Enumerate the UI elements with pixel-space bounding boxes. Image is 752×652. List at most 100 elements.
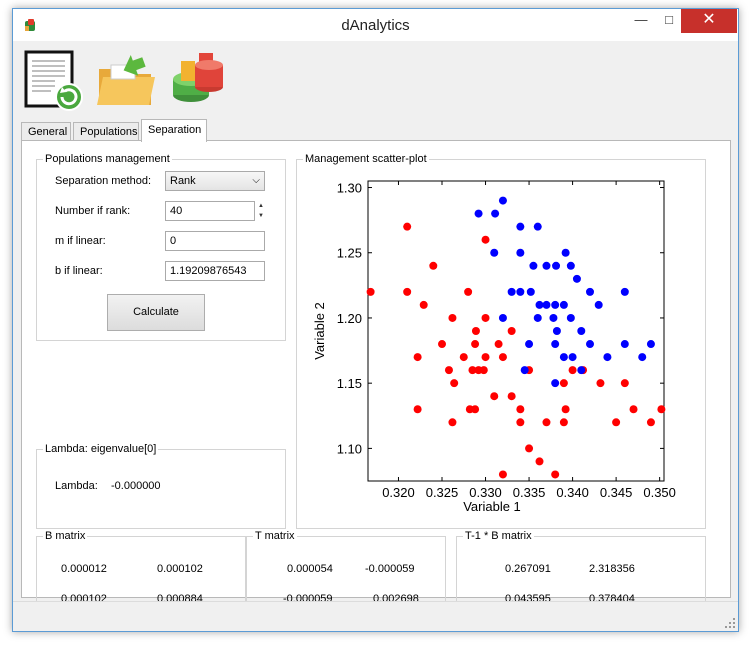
data-point (448, 313, 457, 322)
y-tick-label: 1.15 (337, 376, 362, 391)
database-chart-icon[interactable] (165, 47, 231, 113)
data-point (516, 405, 525, 414)
scatter-plot: 0.320 0.325 0.330 0.335 0.340 0.345 0.350 1.10 1… (312, 180, 676, 511)
data-point (471, 405, 480, 414)
data-point (559, 300, 568, 309)
data-point (403, 287, 412, 296)
rank-spinner[interactable]: ▲ ▼ (257, 201, 265, 221)
data-point (620, 340, 629, 349)
tb-matrix-cell: 2.318356 (589, 563, 635, 575)
data-point (438, 340, 446, 349)
data-point (498, 353, 507, 362)
data-point (612, 418, 621, 427)
data-point (596, 379, 605, 388)
plot-area (367, 180, 665, 482)
m-label: m if linear: (55, 235, 106, 247)
x-tick-label: 0.340 (556, 485, 589, 500)
x-tick-label: 0.345 (600, 485, 633, 500)
data-point (516, 418, 525, 427)
b-matrix-cell: 0.000102 (157, 563, 203, 575)
b-matrix-title: B matrix (43, 530, 88, 542)
data-point (490, 248, 499, 257)
data-point (559, 379, 568, 388)
data-point (403, 222, 412, 231)
data-point (542, 261, 551, 270)
data-point (535, 457, 544, 466)
data-point (603, 353, 612, 362)
populations-management-group: Populations management Separation method… (36, 153, 286, 341)
b-input[interactable]: 1.19209876543 (165, 261, 265, 281)
b-matrix-cell: 0.000012 (61, 563, 107, 575)
y-tick-label: 1.20 (337, 311, 362, 326)
data-point (507, 327, 516, 335)
data-point (459, 353, 468, 362)
data-point (429, 261, 438, 270)
data-point (491, 209, 500, 218)
data-point (413, 405, 422, 414)
data-point (525, 340, 534, 349)
data-point (586, 340, 594, 349)
data-point (525, 444, 534, 453)
chevron-down-icon: ⌵ (252, 175, 260, 186)
spin-up-icon[interactable]: ▲ (257, 201, 265, 211)
rank-label: Number if rank: (55, 205, 131, 217)
rank-input[interactable]: 40 (165, 201, 255, 221)
tab-populations[interactable]: Populations (73, 122, 139, 142)
data-point (450, 379, 459, 388)
data-point (481, 235, 490, 244)
app-window: dAnalytics — □ ✕ General Populations Sep… (12, 8, 739, 632)
data-point (490, 392, 499, 401)
data-point (413, 353, 422, 362)
open-folder-icon[interactable] (93, 47, 159, 113)
m-input[interactable]: 0 (165, 231, 265, 251)
data-point (559, 418, 568, 427)
tb-matrix-cell: 0.267091 (505, 563, 551, 575)
tab-general[interactable]: General (21, 122, 71, 142)
x-tick-label: 0.320 (382, 485, 415, 500)
separation-method-select[interactable]: Rank ⌵ (165, 171, 265, 191)
data-point (551, 470, 560, 479)
data-point (568, 366, 577, 375)
data-point (533, 313, 542, 322)
scatter-plot-title: Management scatter-plot (303, 153, 429, 165)
data-point (526, 287, 535, 296)
data-point (516, 287, 525, 296)
separation-method-label: Separation method: (55, 175, 152, 187)
data-point (638, 353, 647, 362)
close-button[interactable]: ✕ (681, 9, 737, 33)
separation-method-value: Rank (170, 175, 196, 187)
y-tick-label: 1.10 (337, 441, 362, 456)
lambda-value: -0.000000 (111, 480, 161, 492)
separation-panel: Populations management Separation method… (21, 140, 731, 606)
document-refresh-icon[interactable] (21, 47, 87, 113)
spin-down-icon[interactable]: ▼ (257, 211, 265, 221)
toolbar (13, 41, 738, 119)
data-point (471, 327, 480, 335)
data-point (577, 366, 586, 375)
data-point (620, 379, 629, 388)
t-matrix-group: T matrix 0.000054 -0.000059 -0.000059 0.… (246, 530, 446, 606)
data-point (498, 196, 507, 205)
lambda-group: Lambda: eigenvalue[0] Lambda: -0.000000 (36, 443, 286, 529)
data-point (657, 405, 666, 414)
x-tick-label: 0.350 (643, 485, 676, 500)
resize-grip-icon[interactable] (725, 618, 735, 628)
data-point (552, 327, 561, 335)
data-point (507, 287, 516, 296)
data-point (481, 313, 490, 322)
data-point (620, 287, 629, 296)
data-point (471, 340, 480, 349)
calculate-button[interactable]: Calculate (107, 294, 205, 331)
t-matrix-title: T matrix (253, 530, 297, 542)
data-point (444, 366, 453, 375)
data-point (507, 392, 516, 401)
data-point (559, 353, 568, 362)
title-bar: dAnalytics — □ ✕ (13, 9, 738, 41)
y-axis-label: Variable 2 (312, 302, 327, 360)
x-tick-label: 0.335 (513, 485, 546, 500)
data-point (646, 418, 655, 427)
b-label: b if linear: (55, 265, 103, 277)
tab-separation[interactable]: Separation (141, 119, 207, 142)
data-point (552, 261, 561, 270)
x-axis-label: Variable 1 (463, 499, 521, 511)
